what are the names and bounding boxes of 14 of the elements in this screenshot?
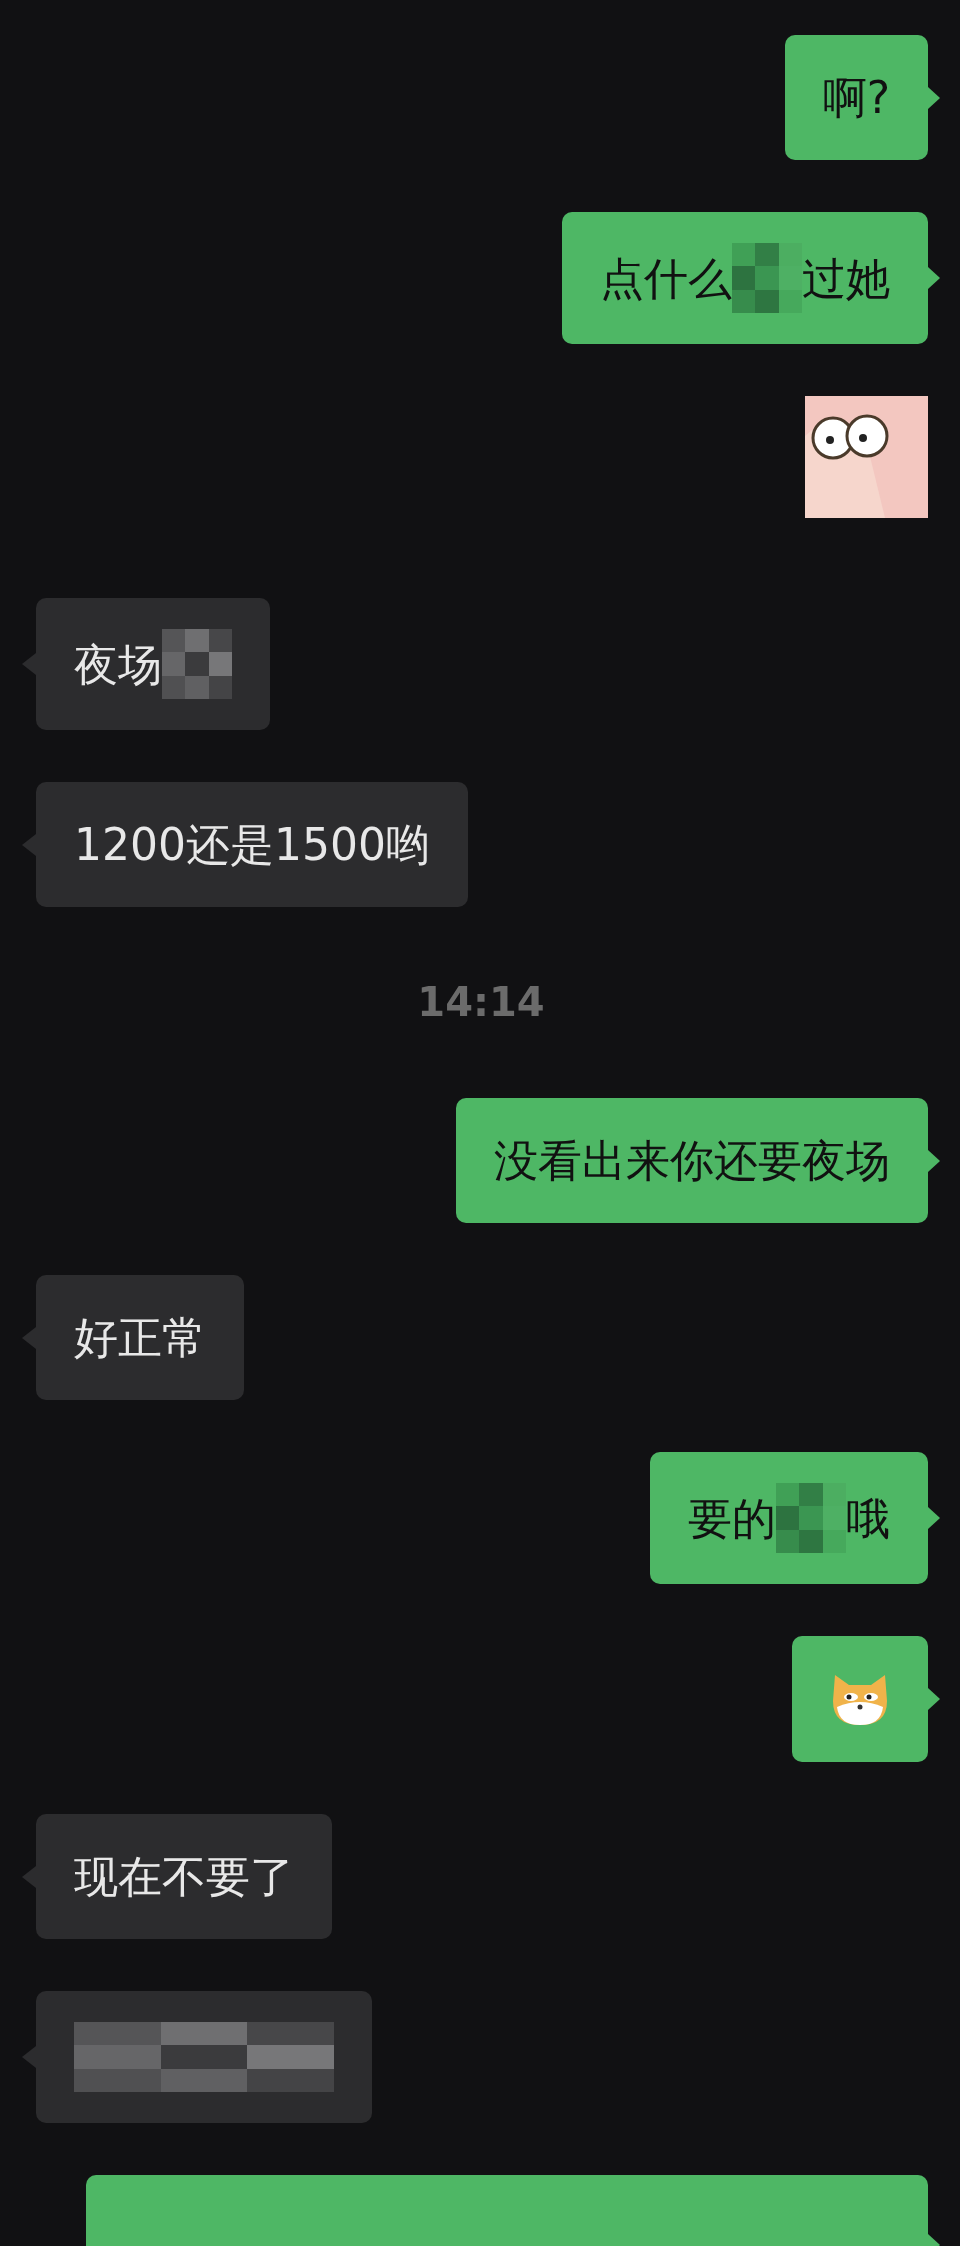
message-text: 夜场 — [74, 637, 162, 692]
message-text: 现在不要了 — [74, 1850, 294, 1904]
message-text: 点什么 — [600, 251, 732, 306]
message-text: 啊? — [822, 71, 890, 125]
timestamp: 14:14 — [417, 978, 545, 1027]
message-text: 没看出来你还要夜场 — [494, 1134, 890, 1188]
message-text: 好正常 — [74, 1311, 206, 1365]
message-text: 要的 — [688, 1491, 776, 1546]
mosaic-blur — [732, 243, 802, 313]
mosaic-blur — [162, 629, 232, 699]
message-text: 1200还是1500哟 — [74, 818, 430, 872]
message-text: 哦 — [846, 1491, 890, 1546]
message-text: 过她 — [802, 251, 890, 306]
mosaic-blur — [776, 1483, 846, 1553]
